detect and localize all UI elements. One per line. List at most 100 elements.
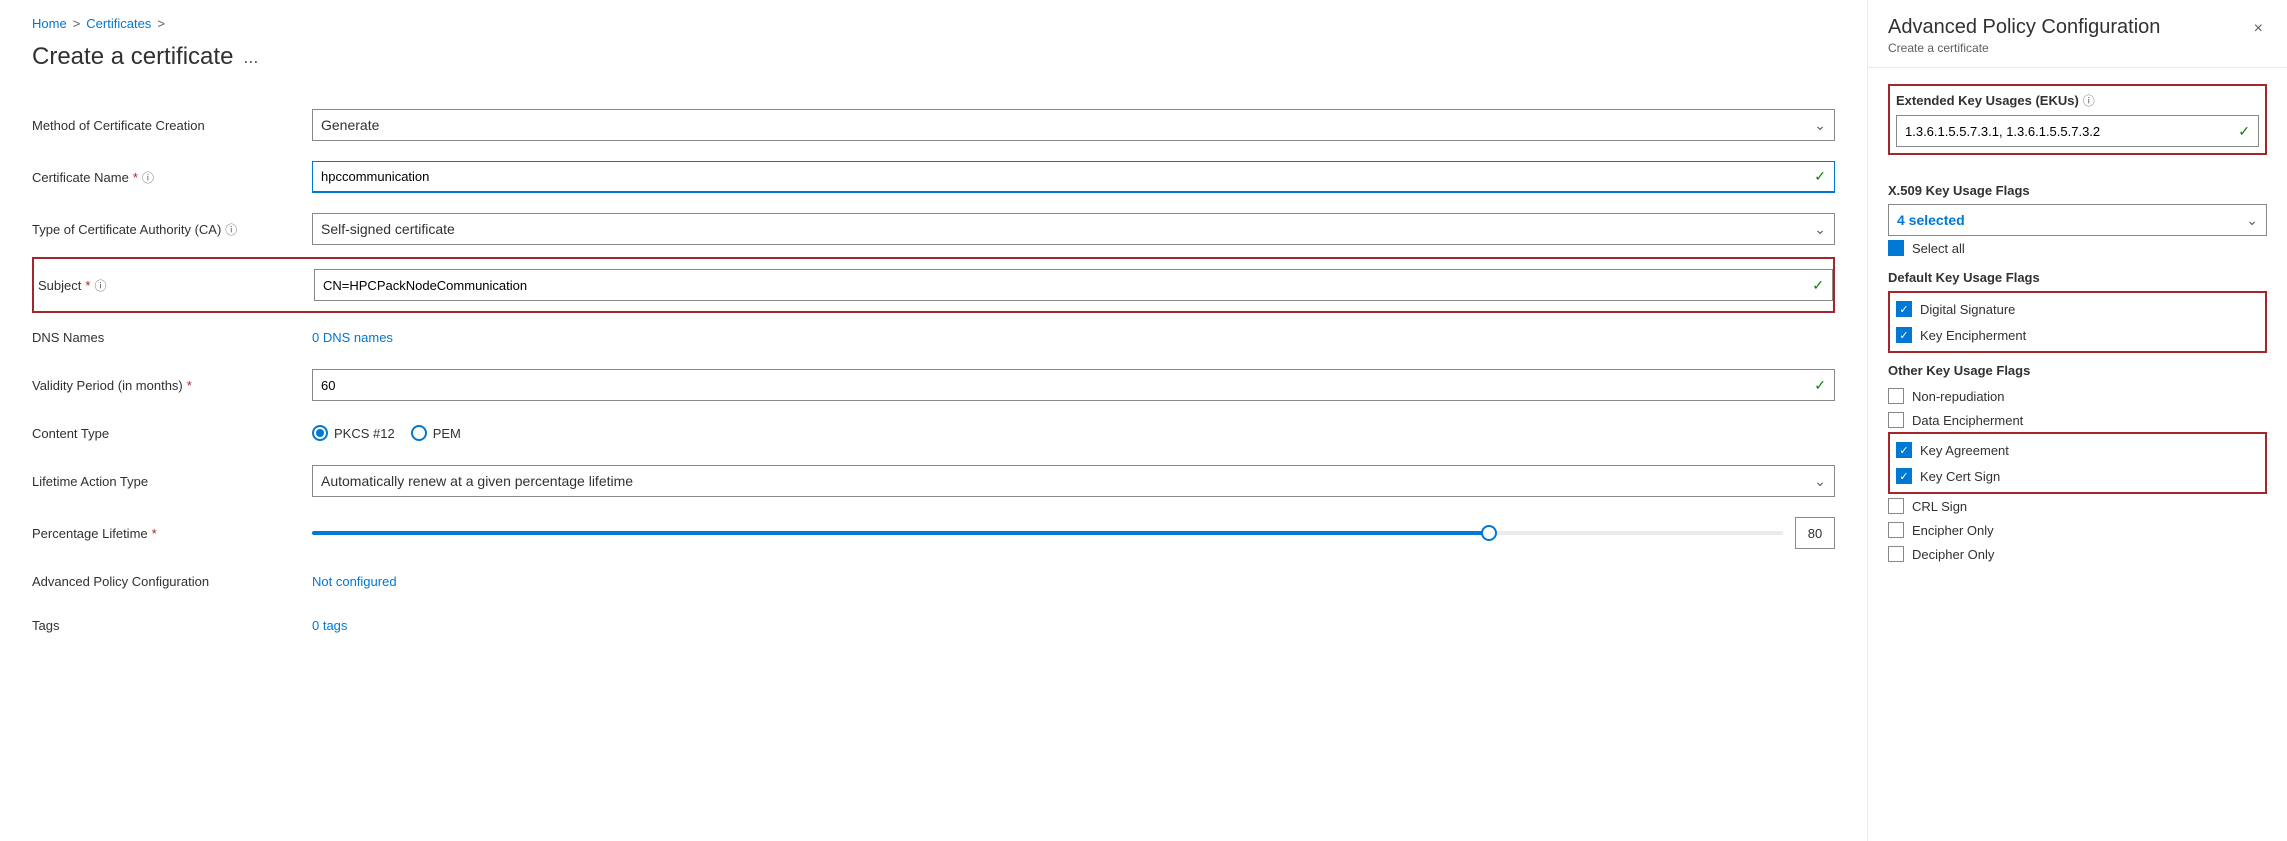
ca-label: Type of Certificate Authority (CA) ⓘ bbox=[32, 221, 312, 238]
radio-pkcs[interactable]: PKCS #12 bbox=[312, 425, 395, 441]
cert-name-input[interactable] bbox=[321, 169, 1806, 184]
breadcrumb-sep2: > bbox=[157, 16, 165, 31]
non-repudiation-item[interactable]: Non-repudiation bbox=[1888, 384, 2267, 408]
eku-input[interactable] bbox=[1905, 124, 2238, 139]
percentage-slider-thumb[interactable] bbox=[1481, 525, 1497, 541]
lifetime-label: Lifetime Action Type bbox=[32, 474, 312, 489]
dns-link[interactable]: 0 DNS names bbox=[312, 330, 393, 345]
percentage-row: Percentage Lifetime * 80 bbox=[32, 507, 1835, 559]
advanced-policy-panel: Advanced Policy Configuration Create a c… bbox=[1867, 0, 2287, 841]
other-flags-title: Other Key Usage Flags bbox=[1888, 363, 2267, 378]
subject-required: * bbox=[85, 278, 90, 293]
cert-name-row: Certificate Name * ⓘ ✓ bbox=[32, 151, 1835, 203]
validity-check-icon: ✓ bbox=[1814, 377, 1826, 394]
digital-signature-item[interactable]: Digital Signature bbox=[1896, 297, 2259, 321]
radio-pem-circle bbox=[411, 425, 427, 441]
breadcrumb-home[interactable]: Home bbox=[32, 16, 67, 31]
key-cert-sign-checkbox[interactable] bbox=[1896, 468, 1912, 484]
tags-link[interactable]: 0 tags bbox=[312, 618, 347, 633]
crl-sign-label: CRL Sign bbox=[1912, 499, 1967, 514]
page-title-more[interactable]: ... bbox=[243, 47, 258, 68]
validity-row: Validity Period (in months) * ✓ bbox=[32, 359, 1835, 411]
content-row: Content Type PKCS #12 PEM bbox=[32, 411, 1835, 455]
subject-input[interactable] bbox=[323, 278, 1804, 293]
decipher-only-checkbox[interactable] bbox=[1888, 546, 1904, 562]
method-row: Method of Certificate Creation Generate … bbox=[32, 99, 1835, 151]
breadcrumb-sep1: > bbox=[73, 16, 81, 31]
digital-signature-checkbox[interactable] bbox=[1896, 301, 1912, 317]
subject-input-wrapper: ✓ bbox=[314, 269, 1833, 301]
select-all-row[interactable]: Select all bbox=[1888, 236, 2267, 260]
panel-header-text: Advanced Policy Configuration Create a c… bbox=[1888, 16, 2160, 55]
data-encipherment-label: Data Encipherment bbox=[1912, 413, 2023, 428]
dns-label: DNS Names bbox=[32, 330, 312, 345]
ca-info-icon[interactable]: ⓘ bbox=[225, 221, 237, 238]
percentage-slider-fill bbox=[312, 531, 1489, 535]
advanced-control: Not configured bbox=[312, 573, 1835, 589]
method-label: Method of Certificate Creation bbox=[32, 118, 312, 133]
breadcrumb-certificates[interactable]: Certificates bbox=[86, 16, 151, 31]
subject-row: Subject * ⓘ ✓ bbox=[32, 257, 1835, 313]
eku-info-icon[interactable]: ⓘ bbox=[2083, 92, 2095, 109]
key-cert-sign-label: Key Cert Sign bbox=[1920, 469, 2000, 484]
cert-name-info-icon[interactable]: ⓘ bbox=[142, 169, 154, 186]
decipher-only-item[interactable]: Decipher Only bbox=[1888, 542, 2267, 566]
percentage-label: Percentage Lifetime * bbox=[32, 526, 312, 541]
tags-control: 0 tags bbox=[312, 617, 1835, 633]
x509-dropdown[interactable]: 4 selected ⌄ bbox=[1888, 204, 2267, 236]
validity-required: * bbox=[187, 378, 192, 393]
subject-info-icon[interactable]: ⓘ bbox=[94, 277, 106, 294]
ca-select[interactable]: Self-signed certificate ⌄ bbox=[312, 213, 1835, 245]
percentage-slider-container: 80 bbox=[312, 517, 1835, 549]
panel-header: Advanced Policy Configuration Create a c… bbox=[1868, 0, 2287, 68]
eku-label: Extended Key Usages (EKUs) ⓘ bbox=[1896, 92, 2259, 109]
select-all-label: Select all bbox=[1912, 241, 1965, 256]
cert-name-required: * bbox=[133, 170, 138, 185]
lifetime-chevron-icon: ⌄ bbox=[1814, 473, 1826, 490]
dns-row: DNS Names 0 DNS names bbox=[32, 315, 1835, 359]
key-agreement-checkbox[interactable] bbox=[1896, 442, 1912, 458]
breadcrumb: Home > Certificates > bbox=[32, 16, 1835, 31]
subject-check-icon: ✓ bbox=[1812, 277, 1824, 294]
method-select[interactable]: Generate ⌄ bbox=[312, 109, 1835, 141]
panel-title: Advanced Policy Configuration bbox=[1888, 16, 2160, 39]
advanced-link[interactable]: Not configured bbox=[312, 574, 397, 589]
ca-control: Self-signed certificate ⌄ bbox=[312, 213, 1835, 245]
key-agreement-item[interactable]: Key Agreement bbox=[1896, 438, 2259, 462]
data-encipherment-item[interactable]: Data Encipherment bbox=[1888, 408, 2267, 432]
data-encipherment-checkbox[interactable] bbox=[1888, 412, 1904, 428]
subject-control: ✓ bbox=[314, 269, 1833, 301]
lifetime-select[interactable]: Automatically renew at a given percentag… bbox=[312, 465, 1835, 497]
key-encipherment-checkbox[interactable] bbox=[1896, 327, 1912, 343]
eku-section: Extended Key Usages (EKUs) ⓘ ✓ bbox=[1888, 84, 2267, 155]
crl-sign-checkbox[interactable] bbox=[1888, 498, 1904, 514]
crl-sign-item[interactable]: CRL Sign bbox=[1888, 494, 2267, 518]
lifetime-row: Lifetime Action Type Automatically renew… bbox=[32, 455, 1835, 507]
tags-row: Tags 0 tags bbox=[32, 603, 1835, 647]
page-title-row: Create a certificate ... bbox=[32, 43, 1835, 71]
cert-name-input-wrapper: ✓ bbox=[312, 161, 1835, 193]
encipher-only-checkbox[interactable] bbox=[1888, 522, 1904, 538]
ca-chevron-icon: ⌄ bbox=[1814, 221, 1826, 238]
radio-pem[interactable]: PEM bbox=[411, 425, 461, 441]
key-cert-sign-item[interactable]: Key Cert Sign bbox=[1896, 464, 2259, 488]
encipher-only-item[interactable]: Encipher Only bbox=[1888, 518, 2267, 542]
percentage-required: * bbox=[152, 526, 157, 541]
x509-section: X.509 Key Usage Flags 4 selected ⌄ Selec… bbox=[1888, 183, 2267, 566]
select-all-checkbox[interactable] bbox=[1888, 240, 1904, 256]
decipher-only-label: Decipher Only bbox=[1912, 547, 1994, 562]
x509-label: X.509 Key Usage Flags bbox=[1888, 183, 2267, 198]
radio-pkcs-circle bbox=[312, 425, 328, 441]
digital-signature-label: Digital Signature bbox=[1920, 302, 2015, 317]
content-radio-group: PKCS #12 PEM bbox=[312, 425, 1835, 441]
tags-label: Tags bbox=[32, 618, 312, 633]
x509-selected-text: 4 selected bbox=[1897, 212, 1965, 228]
validity-input-wrapper: ✓ bbox=[312, 369, 1835, 401]
panel-close-button[interactable]: × bbox=[2250, 16, 2267, 42]
x509-chevron-icon: ⌄ bbox=[2246, 212, 2258, 229]
dns-control: 0 DNS names bbox=[312, 329, 1835, 345]
non-repudiation-checkbox[interactable] bbox=[1888, 388, 1904, 404]
key-encipherment-item[interactable]: Key Encipherment bbox=[1896, 323, 2259, 347]
method-chevron-icon: ⌄ bbox=[1814, 117, 1826, 134]
validity-input[interactable] bbox=[321, 378, 1806, 393]
